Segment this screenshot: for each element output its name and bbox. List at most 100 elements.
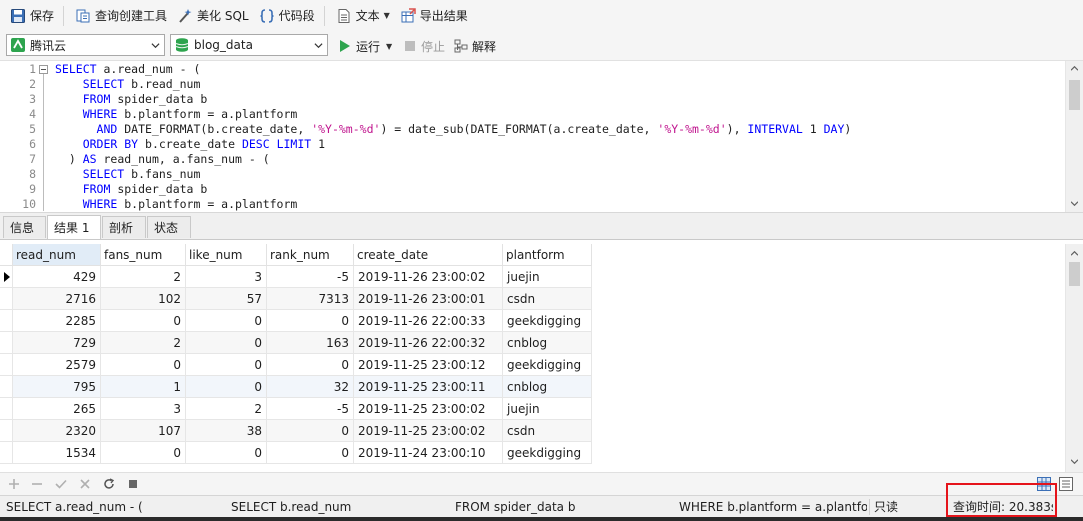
chevron-down-icon[interactable]: ▼ — [386, 42, 392, 51]
cell-like-num[interactable]: 2 — [186, 398, 267, 420]
cell-plantform[interactable]: cnblog — [503, 376, 592, 398]
cell-rank-num[interactable]: 0 — [267, 354, 354, 376]
apply-changes-icon[interactable] — [55, 478, 67, 490]
cell-fans-num[interactable]: 3 — [101, 398, 186, 420]
cell-create-date[interactable]: 2019-11-25 23:00:02 — [354, 420, 503, 442]
code-line[interactable]: SELECT a.read_num - ( — [55, 62, 200, 77]
cell-like-num[interactable]: 3 — [186, 266, 267, 288]
cell-fans-num[interactable]: 0 — [101, 442, 186, 464]
cell-plantform[interactable]: csdn — [503, 420, 592, 442]
fold-toggle-icon[interactable] — [39, 65, 48, 74]
cell-plantform[interactable]: cnblog — [503, 332, 592, 354]
stop-button[interactable]: 停止 — [403, 35, 445, 57]
cell-read-num[interactable]: 265 — [13, 398, 101, 420]
cell-create-date[interactable]: 2019-11-26 23:00:02 — [354, 266, 503, 288]
row-indicator[interactable] — [0, 354, 13, 376]
grid-scroll-thumb[interactable] — [1069, 262, 1080, 286]
tab-profile[interactable]: 剖析 — [102, 216, 146, 238]
code-line[interactable]: FROM spider_data b — [55, 92, 208, 107]
tab-result-1[interactable]: 结果 1 — [47, 215, 101, 239]
discard-changes-icon[interactable] — [79, 478, 91, 490]
row-indicator[interactable] — [0, 420, 13, 442]
cell-read-num[interactable]: 429 — [13, 266, 101, 288]
table-row[interactable]: 2320 107 38 0 2019-11-25 23:00:02 csdn — [0, 420, 592, 442]
code-line[interactable]: WHERE b.plantform = a.plantform — [55, 197, 298, 212]
sql-editor[interactable]: 1 2 3 4 5 6 7 8 9 10 SELECT a.read_num - ( SELECT… — [0, 61, 1083, 213]
cell-read-num[interactable]: 2320 — [13, 420, 101, 442]
grid-vertical-scrollbar[interactable] — [1065, 244, 1083, 472]
table-row[interactable]: 2285 0 0 0 2019-11-26 22:00:33 geekdigging — [0, 310, 592, 332]
column-header-rank-num[interactable]: rank_num — [267, 244, 354, 266]
cell-create-date[interactable]: 2019-11-25 23:00:12 — [354, 354, 503, 376]
cell-create-date[interactable]: 2019-11-25 23:00:02 — [354, 398, 503, 420]
cell-read-num[interactable]: 795 — [13, 376, 101, 398]
database-select[interactable]: blog_data — [170, 34, 328, 56]
row-indicator[interactable] — [0, 266, 13, 288]
tab-status[interactable]: 状态 — [147, 216, 191, 238]
cell-like-num[interactable]: 57 — [186, 288, 267, 310]
cell-create-date[interactable]: 2019-11-24 23:00:10 — [354, 442, 503, 464]
cell-fans-num[interactable]: 2 — [101, 266, 186, 288]
cell-fans-num[interactable]: 1 — [101, 376, 186, 398]
connection-select[interactable]: 腾讯云 — [6, 34, 165, 56]
cell-rank-num[interactable]: -5 — [267, 266, 354, 288]
stop-query-icon[interactable] — [127, 478, 139, 490]
cell-like-num[interactable]: 38 — [186, 420, 267, 442]
code-line[interactable]: FROM spider_data b — [55, 182, 208, 197]
row-indicator[interactable] — [0, 398, 13, 420]
cell-plantform[interactable]: juejin — [503, 266, 592, 288]
run-button[interactable]: 运行 ▼ — [338, 35, 392, 57]
cell-read-num[interactable]: 1534 — [13, 442, 101, 464]
result-grid[interactable]: read_num fans_num like_num rank_num create_d… — [0, 240, 1083, 472]
cell-create-date[interactable]: 2019-11-26 23:00:01 — [354, 288, 503, 310]
cell-rank-num[interactable]: 0 — [267, 420, 354, 442]
tab-info[interactable]: 信息 — [3, 216, 46, 238]
table-row[interactable]: 2716 102 57 7313 2019-11-26 23:00:01 csdn — [0, 288, 592, 310]
code-line[interactable]: AND DATE_FORMAT(b.create_date, '%Y-%m-%d… — [55, 122, 852, 137]
beautify-sql-button[interactable]: 美化 SQL — [173, 4, 253, 28]
cell-create-date[interactable]: 2019-11-26 22:00:32 — [354, 332, 503, 354]
scroll-up-icon[interactable] — [1071, 250, 1078, 257]
cell-plantform[interactable]: geekdigging — [503, 354, 592, 376]
cell-like-num[interactable]: 0 — [186, 310, 267, 332]
cell-fans-num[interactable]: 0 — [101, 310, 186, 332]
column-header-like-num[interactable]: like_num — [186, 244, 267, 266]
text-mode-dropdown[interactable]: 文本 ▼ — [332, 4, 394, 28]
table-row[interactable]: 795 1 0 32 2019-11-25 23:00:11 cnblog — [0, 376, 592, 398]
scroll-down-icon[interactable] — [1071, 200, 1078, 207]
query-builder-button[interactable]: 查询创建工具 — [71, 4, 171, 28]
table-row[interactable]: 729 2 0 163 2019-11-26 22:00:32 cnblog — [0, 332, 592, 354]
row-indicator[interactable] — [0, 332, 13, 354]
export-results-button[interactable]: 导出结果 — [396, 4, 472, 28]
table-row[interactable]: 2579 0 0 0 2019-11-25 23:00:12 geekdigging — [0, 354, 592, 376]
column-header-fans-num[interactable]: fans_num — [101, 244, 186, 266]
cell-rank-num[interactable]: 7313 — [267, 288, 354, 310]
row-indicator[interactable] — [0, 310, 13, 332]
scroll-down-icon[interactable] — [1071, 458, 1078, 465]
delete-row-icon[interactable] — [31, 478, 43, 490]
form-view-icon[interactable] — [1059, 477, 1073, 491]
cell-like-num[interactable]: 0 — [186, 376, 267, 398]
cell-plantform[interactable]: juejin — [503, 398, 592, 420]
cell-rank-num[interactable]: 163 — [267, 332, 354, 354]
cell-create-date[interactable]: 2019-11-26 22:00:33 — [354, 310, 503, 332]
editor-vertical-scrollbar[interactable] — [1065, 61, 1083, 212]
code-line[interactable]: ) AS read_num, a.fans_num - ( — [55, 152, 270, 167]
row-indicator[interactable] — [0, 288, 13, 310]
cell-rank-num[interactable]: 0 — [267, 310, 354, 332]
table-row[interactable]: 265 3 2 -5 2019-11-25 23:00:02 juejin — [0, 398, 592, 420]
cell-read-num[interactable]: 2579 — [13, 354, 101, 376]
cell-like-num[interactable]: 0 — [186, 332, 267, 354]
refresh-icon[interactable] — [103, 478, 115, 490]
code-line[interactable]: WHERE b.plantform = a.plantform — [55, 107, 298, 122]
cell-fans-num[interactable]: 107 — [101, 420, 186, 442]
cell-rank-num[interactable]: 32 — [267, 376, 354, 398]
table-row[interactable]: 1534 0 0 0 2019-11-24 23:00:10 geekdigging — [0, 442, 592, 464]
cell-fans-num[interactable]: 2 — [101, 332, 186, 354]
row-indicator[interactable] — [0, 442, 13, 464]
column-header-read-num[interactable]: read_num — [13, 244, 101, 266]
column-header-create-date[interactable]: create_date — [354, 244, 503, 266]
code-line[interactable]: SELECT b.read_num — [55, 77, 201, 92]
scroll-up-icon[interactable] — [1071, 65, 1078, 72]
cell-read-num[interactable]: 2285 — [13, 310, 101, 332]
